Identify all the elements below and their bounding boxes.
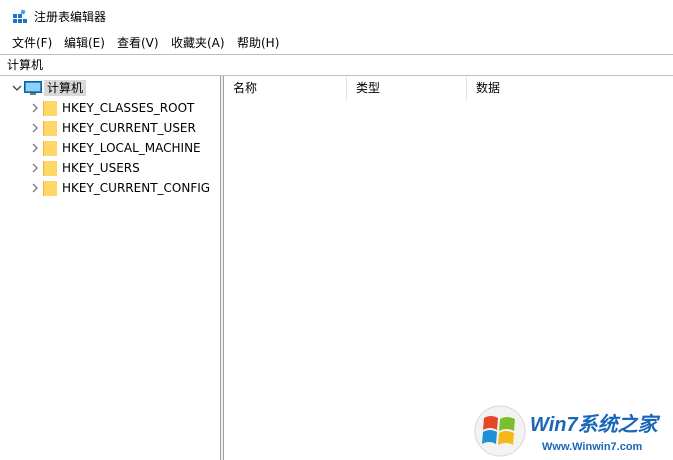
tree-item-hkcc[interactable]: HKEY_CURRENT_CONFIG xyxy=(0,178,220,198)
address-input[interactable] xyxy=(0,55,667,75)
tree-item-label: HKEY_CURRENT_CONFIG xyxy=(62,181,211,195)
chevron-right-icon[interactable] xyxy=(29,182,41,194)
tree-item-label: HKEY_CLASSES_ROOT xyxy=(62,101,195,115)
tree-root-label: 计算机 xyxy=(44,80,87,96)
tree-root-computer[interactable]: 计算机 xyxy=(0,78,220,98)
chevron-down-icon[interactable] xyxy=(11,82,23,94)
tree-pane[interactable]: 计算机 HKEY_CLASSES_ROOT HKEY_CURRENT_USER … xyxy=(0,76,221,460)
registry-editor-icon xyxy=(13,9,27,23)
menu-favorites[interactable]: 收藏夹(A) xyxy=(169,35,227,51)
win7-logo-watermark: Win7系统之家 Www.Winwin7.com xyxy=(474,405,661,457)
column-header-data[interactable]: 数据 xyxy=(467,76,673,101)
address-bar xyxy=(0,54,673,76)
menu-file[interactable]: 文件(F) xyxy=(10,35,54,51)
chevron-right-icon[interactable] xyxy=(29,102,41,114)
window-title: 注册表编辑器 xyxy=(34,10,107,24)
menu-help[interactable]: 帮助(H) xyxy=(235,35,281,51)
watermark-url: Www.Winwin7.com xyxy=(542,441,643,453)
tree-item-hklm[interactable]: HKEY_LOCAL_MACHINE xyxy=(0,138,220,158)
column-header-type[interactable]: 类型 xyxy=(347,76,467,101)
tree-item-label: HKEY_LOCAL_MACHINE xyxy=(62,141,201,155)
windows-flag-icon xyxy=(474,405,526,457)
folder-icon xyxy=(43,101,57,116)
title-bar: 注册表编辑器 xyxy=(0,0,673,33)
tree-item-hkcr[interactable]: HKEY_CLASSES_ROOT xyxy=(0,98,220,118)
computer-icon xyxy=(24,81,42,95)
tree-item-hkcu[interactable]: HKEY_CURRENT_USER xyxy=(0,118,220,138)
chevron-right-icon[interactable] xyxy=(29,162,41,174)
chevron-right-icon[interactable] xyxy=(29,142,41,154)
menu-view[interactable]: 查看(V) xyxy=(115,35,161,51)
menu-bar: 文件(F) 编辑(E) 查看(V) 收藏夹(A) 帮助(H) xyxy=(0,33,673,53)
values-pane[interactable]: 名称 类型 数据 xyxy=(223,76,673,460)
watermark-brand: Win7系统之家 xyxy=(530,413,661,436)
folder-icon xyxy=(43,121,57,136)
folder-icon xyxy=(43,181,57,196)
folder-icon xyxy=(43,161,57,176)
tree-item-label: HKEY_CURRENT_USER xyxy=(62,121,196,135)
column-header-name[interactable]: 名称 xyxy=(224,76,347,101)
chevron-right-icon[interactable] xyxy=(29,122,41,134)
menu-edit[interactable]: 编辑(E) xyxy=(62,35,107,51)
tree-item-label: HKEY_USERS xyxy=(62,161,140,175)
tree-item-hku[interactable]: HKEY_USERS xyxy=(0,158,220,178)
folder-icon xyxy=(43,141,57,156)
